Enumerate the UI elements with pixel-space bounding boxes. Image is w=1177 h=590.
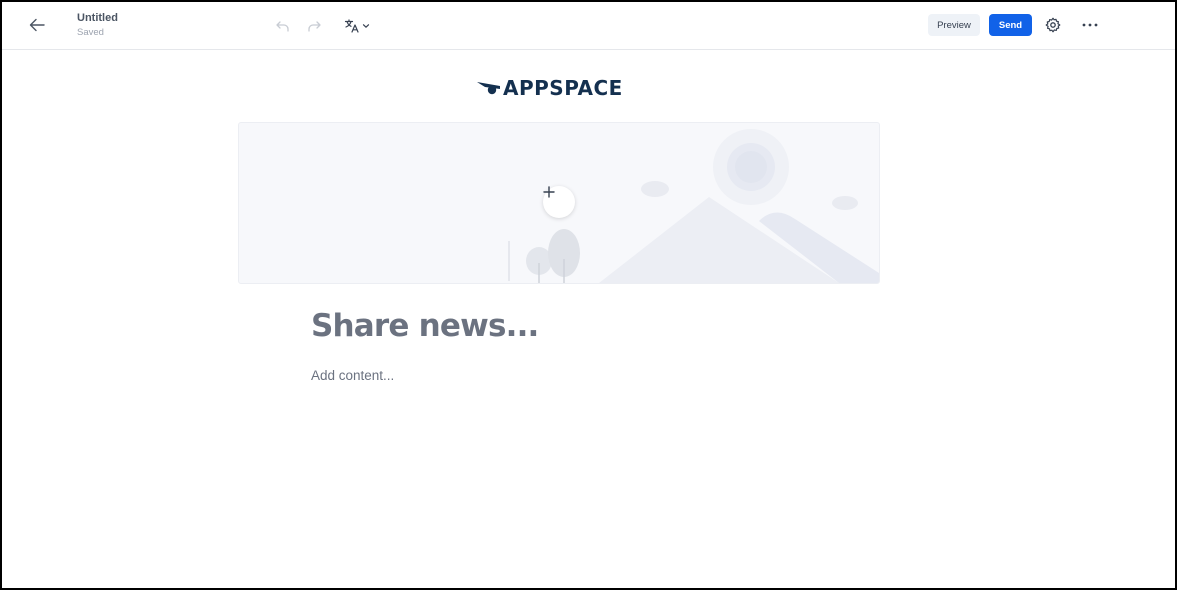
document-title[interactable]: Untitled	[77, 12, 118, 24]
translate-icon	[344, 19, 359, 33]
undo-button[interactable]	[274, 17, 292, 35]
preview-button[interactable]: Preview	[928, 14, 980, 36]
undo-icon	[276, 21, 289, 32]
logo-text: APPSPACE	[503, 76, 623, 100]
redo-icon	[308, 21, 321, 32]
language-dropdown[interactable]	[344, 16, 372, 36]
more-horizontal-icon	[1082, 23, 1098, 27]
more-options-button[interactable]	[1080, 16, 1100, 34]
redo-button[interactable]	[305, 17, 323, 35]
app-window: Untitled Saved Preview Send APPSPACE Sha…	[0, 0, 1177, 590]
brand-logo: APPSPACE	[476, 76, 623, 100]
settings-button[interactable]	[1044, 16, 1062, 34]
gear-icon	[1045, 17, 1061, 33]
send-button[interactable]: Send	[989, 14, 1032, 36]
add-image-button[interactable]	[543, 186, 575, 218]
headline-input[interactable]: Share news...	[311, 308, 539, 344]
logo-mark-icon	[477, 82, 500, 95]
plus-icon	[543, 186, 555, 198]
arrow-left-icon	[29, 18, 45, 32]
top-toolbar: Untitled Saved Preview Send	[2, 2, 1175, 50]
save-status: Saved	[77, 27, 104, 38]
cover-image-placeholder[interactable]	[238, 122, 880, 284]
back-button[interactable]	[26, 14, 48, 36]
content-input[interactable]: Add content...	[311, 368, 394, 383]
chevron-down-icon	[362, 24, 370, 28]
